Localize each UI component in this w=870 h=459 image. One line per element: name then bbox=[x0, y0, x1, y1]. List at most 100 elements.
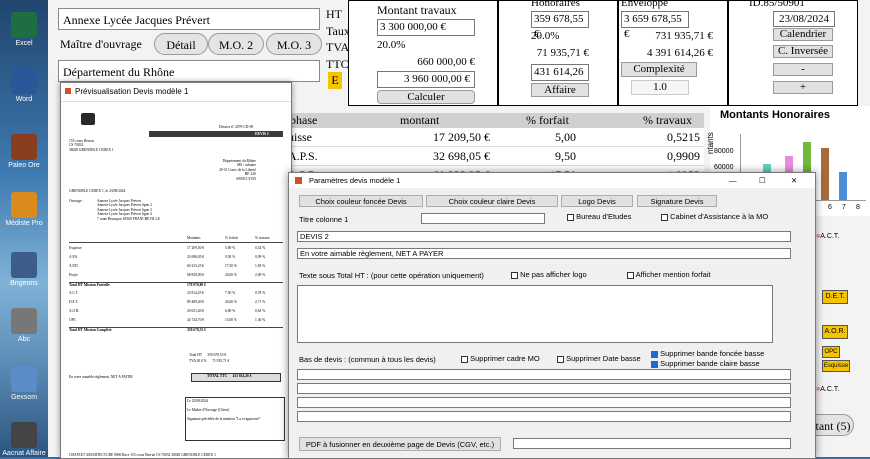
mo2-button[interactable]: M.O. 2 bbox=[208, 33, 264, 55]
chart-tick-7: 7 bbox=[842, 204, 846, 211]
mediste-desktop-icon[interactable]: Médiste Pro bbox=[0, 192, 52, 227]
excel-desktop-icon[interactable]: Excel bbox=[0, 12, 52, 47]
suppr-claire-box[interactable] bbox=[651, 360, 658, 368]
enveloppe-label: Enveloppe bbox=[621, 0, 669, 9]
id-label: ID.85/50901 bbox=[749, 0, 805, 9]
maximize-button[interactable]: ☐ bbox=[759, 173, 766, 188]
suppr-fonce-box[interactable] bbox=[651, 350, 658, 358]
ttc-label: TTC bbox=[326, 56, 349, 71]
suppr-cadre-checkbox[interactable]: Supprimer cadre MO bbox=[461, 354, 540, 363]
preview-table-row: A.C.T. 25 814,25 € 7,50 % 0,78 % bbox=[69, 291, 283, 299]
abc-desktop-icon[interactable]: Abc bbox=[0, 308, 52, 343]
suppr-claire-checkbox[interactable]: Supprimer bande claire basse bbox=[651, 359, 760, 368]
preview-cell: A.P.D. bbox=[69, 264, 79, 268]
couleur-claire-button[interactable]: Choix couleur claire Devis bbox=[426, 195, 558, 207]
excel-label: Excel bbox=[15, 40, 33, 47]
paleo-desktop-icon[interactable]: Paleo Ore bbox=[0, 134, 52, 169]
header-forfait: % forfait bbox=[526, 113, 569, 127]
titre-colonne-input[interactable] bbox=[421, 213, 545, 224]
suppr-date-checkbox[interactable]: Supprimer Date basse bbox=[557, 354, 641, 363]
bas-devis-line-3[interactable] bbox=[297, 397, 791, 408]
texte-sous-textarea[interactable] bbox=[297, 285, 773, 343]
devis-title-input[interactable]: DEVIS 2 bbox=[297, 231, 791, 242]
honoraires-label: Honoraires bbox=[531, 0, 580, 9]
preview-total-ttc: TOTAL TTC 431 614,26 € bbox=[207, 374, 252, 378]
couleur-foncee-button[interactable]: Choix couleur foncée Devis bbox=[299, 195, 423, 207]
preview-title: Prévisualisation Devis modèle 1 bbox=[75, 87, 189, 96]
env-ht-value[interactable]: 3 659 678,55 € bbox=[621, 11, 689, 40]
gexsom-desktop-icon[interactable]: Gexsom bbox=[0, 366, 52, 401]
preview-cell: OPC bbox=[69, 318, 76, 322]
ne-pas-logo-box[interactable] bbox=[511, 271, 518, 279]
date-value[interactable]: 23/08/2024 bbox=[773, 11, 835, 27]
reglement-input[interactable]: En votre aimable règlement, NET A PAYER bbox=[297, 248, 791, 259]
bureau-etudes-checkbox[interactable]: Bureau d'Etudes bbox=[567, 212, 631, 221]
detail-button[interactable]: Détail bbox=[154, 33, 208, 55]
bas-devis-line-2[interactable] bbox=[297, 383, 791, 394]
annexe-field[interactable]: Annexe Lycée Jacques Prévert bbox=[58, 8, 320, 30]
preview-table: Montants % forfait % travaux Esquisse 17 … bbox=[69, 236, 283, 346]
plus-button[interactable]: + bbox=[773, 81, 833, 94]
preview-cell: 17 209,50 € bbox=[187, 246, 205, 250]
chart-tick-6: 6 bbox=[828, 204, 832, 211]
mo3-button[interactable]: M.O. 3 bbox=[266, 33, 322, 55]
suppr-cadre-box[interactable] bbox=[461, 355, 468, 363]
calculer-button[interactable]: Calculer bbox=[377, 90, 475, 104]
bas-devis-line-4[interactable] bbox=[297, 411, 791, 422]
c-inversee-button[interactable]: C. Inversée bbox=[773, 45, 833, 58]
cell-travaux: 0,5215 bbox=[667, 130, 700, 144]
dialog-titlebar: Paramètres devis modèle 1 — ☐ ✕ bbox=[289, 173, 815, 188]
montant-travaux-label: Montant travaux bbox=[377, 3, 457, 17]
ttc-value[interactable]: 3 960 000,00 € bbox=[377, 71, 475, 88]
settings-dialog: Paramètres devis modèle 1 — ☐ ✕ Choix co… bbox=[288, 172, 816, 459]
montant-value[interactable]: 3 300 000,00 € bbox=[377, 19, 475, 36]
legend-act-2: ■A.C.T. bbox=[816, 386, 840, 393]
word-desktop-icon[interactable]: Word bbox=[0, 68, 52, 103]
brigeons-label: Brigeons bbox=[10, 280, 38, 287]
bas-devis-line-1[interactable] bbox=[297, 369, 791, 380]
devis-heading: DEVIS 2 bbox=[255, 131, 269, 136]
tag-det: D.E.T. bbox=[822, 290, 848, 304]
cabinet-assistance-box[interactable] bbox=[661, 213, 668, 221]
preview-table-row: A.O.R. 20 651,40 € 6,00 % 0,63 % bbox=[69, 309, 283, 317]
aacnat-desktop-icon[interactable]: Aacnat Affaire bbox=[0, 422, 52, 457]
chart-bar bbox=[821, 148, 829, 200]
hon-ttc-value[interactable]: 431 614,26 € bbox=[531, 64, 589, 93]
calendrier-button[interactable]: Calendrier bbox=[773, 28, 833, 41]
minimize-button[interactable]: — bbox=[729, 173, 737, 188]
hon-ht-value[interactable]: 359 678,55 € bbox=[531, 11, 589, 40]
gexsom-label: Gexsom bbox=[10, 394, 38, 401]
ne-pas-logo-checkbox[interactable]: Ne pas afficher logo bbox=[511, 270, 587, 279]
brigeons-desktop-icon[interactable]: Brigeons bbox=[0, 252, 52, 287]
preview-app-icon bbox=[65, 88, 71, 94]
preview-cell: 0,52 % bbox=[255, 246, 266, 250]
tva-label: TVA bbox=[326, 40, 350, 54]
preview-table-row: D.E.T. 89 489,40 € 26,00 % 2,71 % bbox=[69, 300, 283, 308]
bureau-etudes-box[interactable] bbox=[567, 213, 574, 221]
legend-act-2-label: A.C.T. bbox=[820, 386, 840, 393]
afficher-forfait-box[interactable] bbox=[627, 271, 634, 279]
logo-devis-button[interactable]: Logo Devis bbox=[561, 195, 633, 207]
afficher-forfait-checkbox[interactable]: Afficher mention forfait bbox=[627, 270, 711, 279]
table-row[interactable]: A.P.S. 32 698,05 € 9,50 0,9909 bbox=[288, 147, 704, 166]
suppr-fonce-checkbox[interactable]: Supprimer bande foncée basse bbox=[651, 349, 764, 358]
complexite-button[interactable]: Complexité bbox=[621, 62, 697, 77]
city-date: GRENOBLE CEDEX 1, le 23/08/2024 bbox=[69, 189, 126, 193]
departement-field[interactable]: Département du Rhône bbox=[58, 60, 320, 82]
minus-button[interactable]: - bbox=[773, 63, 833, 76]
table-row[interactable]: uisse 17 209,50 € 5,00 0,5215 bbox=[288, 128, 704, 147]
pdf-fusion-button[interactable]: PDF à fusionner en deuxième page de Devi… bbox=[299, 437, 501, 451]
affaire-button[interactable]: Affaire bbox=[531, 83, 589, 97]
complexite-value[interactable]: 1.0 bbox=[631, 80, 689, 95]
honoraires-panel: Honoraires 359 678,55 € 20.0% 71 935,71 … bbox=[498, 0, 618, 106]
close-button[interactable]: ✕ bbox=[791, 173, 797, 188]
preview-window: Prévisualisation Devis modèle 1 155 cour… bbox=[60, 82, 292, 459]
suppr-date-box[interactable] bbox=[557, 355, 564, 363]
aacnat-label: Aacnat Affaire bbox=[2, 450, 46, 457]
pdf-fusion-path[interactable] bbox=[513, 438, 791, 449]
cabinet-assistance-checkbox[interactable]: Cabinet d'Assistance à la MO bbox=[661, 212, 768, 221]
preview-table-row: OPC 44 744,70 € 13,00 % 1,36 % bbox=[69, 318, 283, 326]
signature-devis-button[interactable]: Signature Devis bbox=[637, 195, 717, 207]
company-logo bbox=[81, 113, 95, 125]
chart-tick-60000: 60000 bbox=[714, 164, 734, 171]
